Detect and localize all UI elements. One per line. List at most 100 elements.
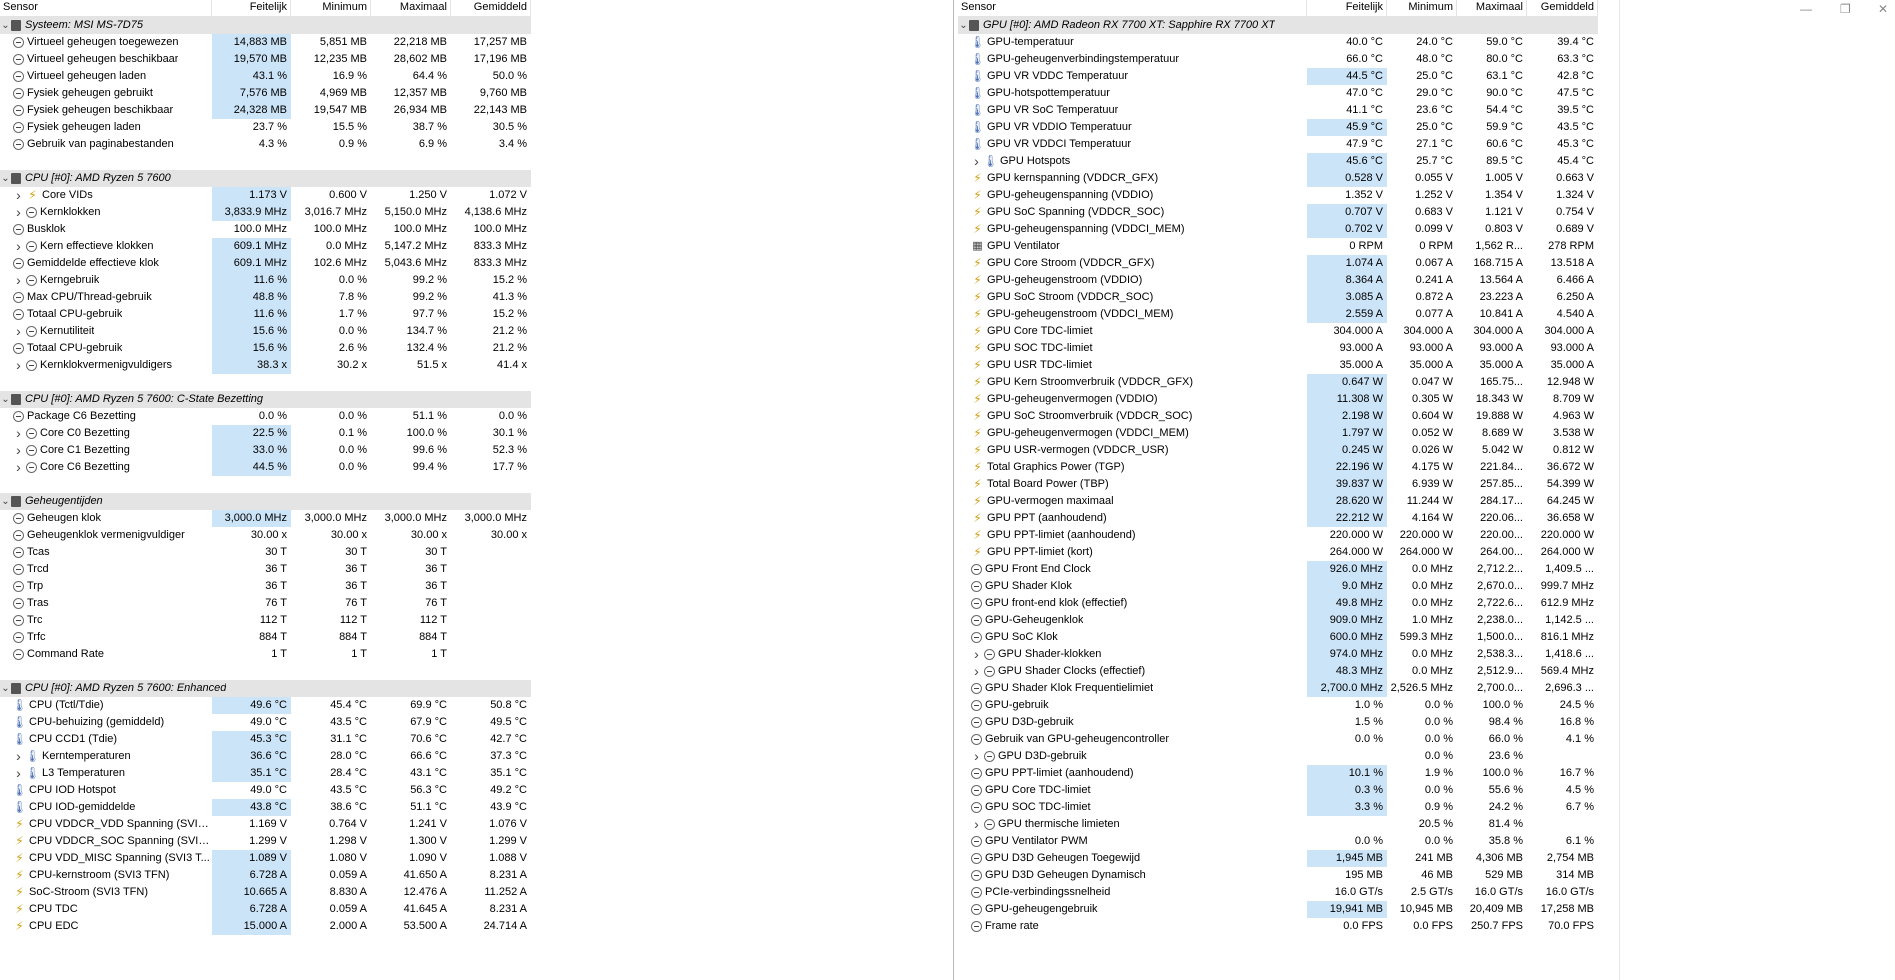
sensor-row[interactable]: GPU D3D-gebruik 1.5 % 0.0 % 98.4 % 16.8 %: [958, 714, 1598, 731]
expand-chevron-icon[interactable]: ›: [13, 187, 24, 204]
sensor-row[interactable]: 🌡 CPU IOD-gemiddelde 43.8 °C 38.6 °C 51.1 °C…: [0, 799, 531, 816]
expand-chevron-icon[interactable]: ›: [971, 153, 982, 170]
sensor-row[interactable]: Trfc 884 T 884 T 884 T: [0, 629, 531, 646]
sensor-row[interactable]: Geheugenklok vermenigvuldiger 30.00 x 30.0…: [0, 527, 531, 544]
sensor-row[interactable]: 🌡 GPU VR VDDCI Temperatuur 47.9 °C 27.1 °C 6…: [958, 136, 1598, 153]
sensor-row[interactable]: Fysiek geheugen laden 23.7 % 15.5 % 38.7 % 3…: [0, 119, 531, 136]
sensor-row[interactable]: Max CPU/Thread-gebruik 48.8 % 7.8 % 99.2 % 4…: [0, 289, 531, 306]
sensor-row[interactable]: Virtueel geheugen laden 43.1 % 16.9 % 64.4 …: [0, 68, 531, 85]
collapse-chevron-icon[interactable]: ⌄: [0, 17, 11, 34]
collapse-chevron-icon[interactable]: ⌄: [0, 391, 11, 408]
column-header-sensor[interactable]: Sensor: [958, 0, 1307, 16]
sensor-row[interactable]: ⚡ GPU SOC TDC-limiet 93.000 A 93.000 A 93.00…: [958, 340, 1598, 357]
sensor-row[interactable]: › Kernutiliteit 15.6 % 0.0 % 134.7 % 21.2 %: [0, 323, 531, 340]
sensor-group-header[interactable]: ⌄ CPU [#0]: AMD Ryzen 5 7600: Enhanced: [0, 680, 531, 697]
sensor-row[interactable]: 🌡 CPU IOD Hotspot 49.0 °C 43.5 °C 56.3 °C 49.…: [0, 782, 531, 799]
sensor-row[interactable]: Busklok 100.0 MHz 100.0 MHz 100.0 MHz 100.0 …: [0, 221, 531, 238]
sensor-row[interactable]: 🌡 CPU (Tctl/Tdie) 49.6 °C 45.4 °C 69.9 °C 50.…: [0, 697, 531, 714]
sensor-row[interactable]: Command Rate 1 T 1 T 1 T: [0, 646, 531, 663]
sensor-row[interactable]: GPU Core TDC-limiet 0.3 % 0.0 % 55.6 % 4.5 %: [958, 782, 1598, 799]
sensor-group-header[interactable]: ⌄ GPU [#0]: AMD Radeon RX 7700 XT: Sapphi…: [958, 17, 1598, 34]
sensor-row[interactable]: › Kern effectieve klokken 609.1 MHz 0.0 MHz…: [0, 238, 531, 255]
sensor-row[interactable]: GPU Shader Klok Frequentielimiet 2,700.0 …: [958, 680, 1598, 697]
expand-chevron-icon[interactable]: ›: [13, 442, 24, 459]
sensor-row[interactable]: ⚡ CPU VDDCR_SOC Spanning (SVI3... 1.299 V 1…: [0, 833, 531, 850]
expand-chevron-icon[interactable]: ›: [13, 357, 24, 374]
sensor-row[interactable]: › 🌡 GPU Hotspots 45.6 °C 25.7 °C 89.5 °C 45.4 …: [958, 153, 1598, 170]
sensor-row[interactable]: ▦ GPU Ventilator 0 RPM 0 RPM 1,562 R... 278 R…: [958, 238, 1598, 255]
sensor-row[interactable]: GPU D3D Geheugen Toegewijd 1,945 MB 241 MB…: [958, 850, 1598, 867]
sensor-group-header[interactable]: ⌄ CPU [#0]: AMD Ryzen 5 7600: C-State Bez…: [0, 391, 531, 408]
column-header-avg[interactable]: Gemiddeld: [451, 0, 531, 16]
sensor-row[interactable]: GPU-gebruik 1.0 % 0.0 % 100.0 % 24.5 %: [958, 697, 1598, 714]
sensor-row[interactable]: ⚡ GPU-vermogen maximaal 28.620 W 11.244 W 28…: [958, 493, 1598, 510]
collapse-chevron-icon[interactable]: ⌄: [0, 493, 11, 510]
sensor-row[interactable]: ⚡ GPU PPT-limiet (aanhoudend) 220.000 W 220…: [958, 527, 1598, 544]
sensor-row[interactable]: ⚡ Total Graphics Power (TGP) 22.196 W 4.175…: [958, 459, 1598, 476]
sensor-row[interactable]: GPU SoC Klok 600.0 MHz 599.3 MHz 1,500.0...…: [958, 629, 1598, 646]
restore-icon[interactable]: ❐: [1840, 2, 1851, 16]
expand-chevron-icon[interactable]: ›: [13, 765, 24, 782]
expand-chevron-icon[interactable]: ›: [971, 646, 982, 663]
sensor-row[interactable]: GPU SOC TDC-limiet 3.3 % 0.9 % 24.2 % 6.7 %: [958, 799, 1598, 816]
expand-chevron-icon[interactable]: ›: [971, 748, 982, 765]
expand-chevron-icon[interactable]: ›: [13, 748, 24, 765]
sensor-row[interactable]: › 🌡 Kerntemperaturen 36.6 °C 28.0 °C 66.6 °C 3…: [0, 748, 531, 765]
expand-chevron-icon[interactable]: ›: [13, 272, 24, 289]
sensor-row[interactable]: ⚡ CPU VDDCR_VDD Spanning (SVI3... 1.169 V 0…: [0, 816, 531, 833]
sensor-row[interactable]: Frame rate 0.0 FPS 0.0 FPS 250.7 FPS 70.0 FP…: [958, 918, 1598, 935]
sensor-group-header[interactable]: ⌄ CPU [#0]: AMD Ryzen 5 7600: [0, 170, 531, 187]
sensor-row[interactable]: ⚡ Total Board Power (TBP) 39.837 W 6.939 W 2…: [958, 476, 1598, 493]
expand-chevron-icon[interactable]: ›: [13, 425, 24, 442]
expand-chevron-icon[interactable]: ›: [971, 816, 982, 833]
sensor-row[interactable]: 🌡 GPU VR SoC Temperatuur 41.1 °C 23.6 °C 54.…: [958, 102, 1598, 119]
sensor-row[interactable]: ⚡ GPU-geheugenstroom (VDDCI_MEM) 2.559 A 0.…: [958, 306, 1598, 323]
sensor-row[interactable]: Geheugen klok 3,000.0 MHz 3,000.0 MHz 3,000…: [0, 510, 531, 527]
sensor-row[interactable]: ⚡ GPU-geheugenvermogen (VDDCI_MEM) 1.797 W…: [958, 425, 1598, 442]
sensor-row[interactable]: › GPU Shader-klokken 974.0 MHz 0.0 MHz 2,538…: [958, 646, 1598, 663]
sensor-row[interactable]: › Kernklokken 3,833.9 MHz 3,016.7 MHz 5,150.…: [0, 204, 531, 221]
close-icon[interactable]: ✕: [1878, 2, 1888, 16]
sensor-row[interactable]: › Core C1 Bezetting 33.0 % 0.0 % 99.6 % 52.3 …: [0, 442, 531, 459]
sensor-row[interactable]: ⚡ GPU kernspanning (VDDCR_GFX) 0.528 V 0.05…: [958, 170, 1598, 187]
column-header-avg[interactable]: Gemiddeld: [1527, 0, 1598, 16]
sensor-row[interactable]: › GPU thermische limieten 20.5 % 81.4 %: [958, 816, 1598, 833]
column-header-min[interactable]: Minimum: [291, 0, 371, 16]
sensor-row[interactable]: ⚡ GPU SoC Stroomverbruik (VDDCR_SOC) 2.198…: [958, 408, 1598, 425]
sensor-row[interactable]: 🌡 GPU-temperatuur 40.0 °C 24.0 °C 59.0 °C 39.…: [958, 34, 1598, 51]
sensor-row[interactable]: ⚡ GPU-geheugenspanning (VDDCI_MEM) 0.702 V…: [958, 221, 1598, 238]
sensor-row[interactable]: › 🌡 L3 Temperaturen 35.1 °C 28.4 °C 43.1 °C 35…: [0, 765, 531, 782]
column-header-current[interactable]: Feitelijk: [212, 0, 291, 16]
column-header-current[interactable]: Feitelijk: [1307, 0, 1387, 16]
sensor-row[interactable]: 🌡 GPU VR VDDC Temperatuur 44.5 °C 25.0 °C 63…: [958, 68, 1598, 85]
sensor-row[interactable]: ⚡ GPU USR TDC-limiet 35.000 A 35.000 A 35.00…: [958, 357, 1598, 374]
sensor-row[interactable]: ⚡ GPU USR-vermogen (VDDCR_USR) 0.245 W 0.02…: [958, 442, 1598, 459]
sensor-row[interactable]: › GPU D3D-gebruik 0.0 % 23.6 %: [958, 748, 1598, 765]
sensor-row[interactable]: ⚡ GPU-geheugenstroom (VDDIO) 8.364 A 0.241 …: [958, 272, 1598, 289]
sensor-row[interactable]: GPU-Geheugenklok 909.0 MHz 1.0 MHz 2,238.0.…: [958, 612, 1598, 629]
sensor-row[interactable]: ⚡ GPU PPT-limiet (kort) 264.000 W 264.000 W…: [958, 544, 1598, 561]
sensor-row[interactable]: GPU D3D Geheugen Dynamisch 195 MB 46 MB 529…: [958, 867, 1598, 884]
collapse-chevron-icon[interactable]: ⌄: [958, 17, 969, 34]
expand-chevron-icon[interactable]: ›: [971, 663, 982, 680]
sensor-row[interactable]: GPU-geheugengebruik 19,941 MB 10,945 MB 20,…: [958, 901, 1598, 918]
sensor-row[interactable]: Tcas 30 T 30 T 30 T: [0, 544, 531, 561]
expand-chevron-icon[interactable]: ›: [13, 323, 24, 340]
sensor-row[interactable]: 🌡 CPU CCD1 (Tdie) 45.3 °C 31.1 °C 70.6 °C 42.…: [0, 731, 531, 748]
sensor-row[interactable]: GPU Ventilator PWM 0.0 % 0.0 % 35.8 % 6.1 %: [958, 833, 1598, 850]
sensor-row[interactable]: ⚡ CPU TDC 6.728 A 0.059 A 41.645 A 8.231 A: [0, 901, 531, 918]
sensor-row[interactable]: › ⚡ Core VIDs 1.173 V 0.600 V 1.250 V 1.072 V: [0, 187, 531, 204]
sensor-row[interactable]: Trc 112 T 112 T 112 T: [0, 612, 531, 629]
sensor-row[interactable]: › GPU Shader Clocks (effectief) 48.3 MHz 0.…: [958, 663, 1598, 680]
panel-splitter[interactable]: [953, 0, 954, 980]
collapse-chevron-icon[interactable]: ⌄: [0, 680, 11, 697]
column-header-sensor[interactable]: Sensor: [0, 0, 212, 16]
sensor-row[interactable]: Fysiek geheugen beschikbaar 24,328 MB 19,5…: [0, 102, 531, 119]
sensor-row[interactable]: ⚡ GPU SoC Spanning (VDDCR_SOC) 0.707 V 0.68…: [958, 204, 1598, 221]
sensor-row[interactable]: Gebruik van GPU-geheugencontroller 0.0 % 0…: [958, 731, 1598, 748]
sensor-row[interactable]: Trp 36 T 36 T 36 T: [0, 578, 531, 595]
sensor-row[interactable]: Package C6 Bezetting 0.0 % 0.0 % 51.1 % 0.0 …: [0, 408, 531, 425]
sensor-row[interactable]: ⚡ GPU Kern Stroomverbruik (VDDCR_GFX) 0.64…: [958, 374, 1598, 391]
sensor-row[interactable]: Totaal CPU-gebruik 15.6 % 2.6 % 132.4 % 21.2…: [0, 340, 531, 357]
sensor-row[interactable]: ⚡ CPU EDC 15.000 A 2.000 A 53.500 A 24.714 A: [0, 918, 531, 935]
